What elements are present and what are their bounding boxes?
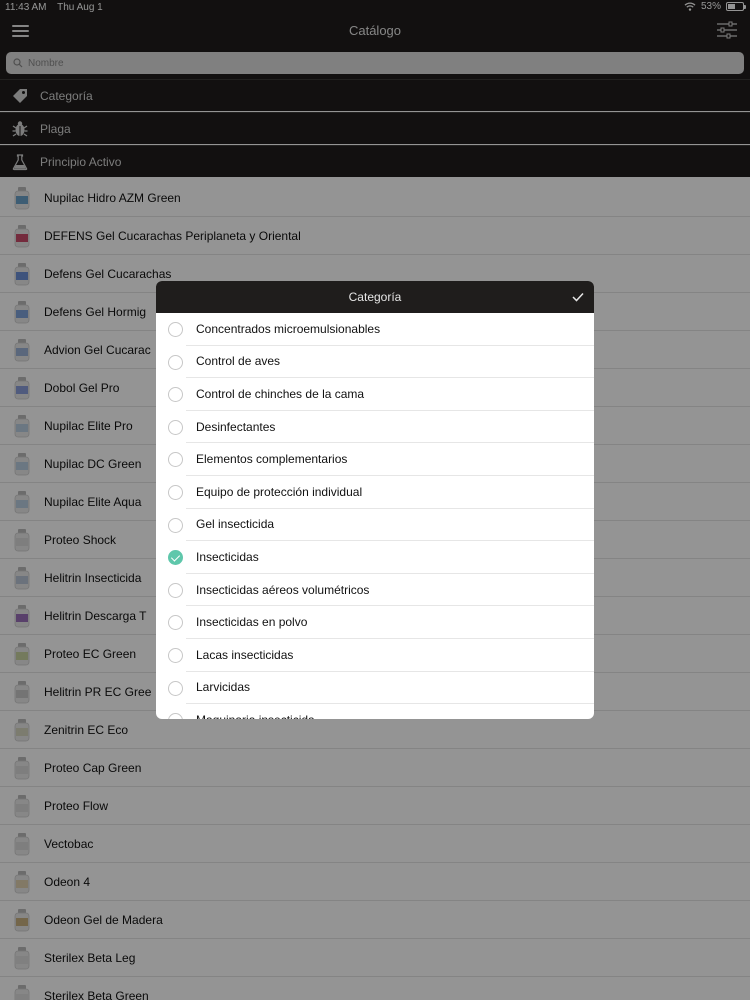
category-option-label: Desinfectantes bbox=[196, 419, 276, 434]
category-option-label: Equipo de protección individual bbox=[196, 484, 363, 499]
radio-unchecked-icon[interactable] bbox=[168, 647, 183, 663]
category-option[interactable]: Elementos complementarios bbox=[168, 443, 594, 476]
modal-header: Categoría bbox=[156, 281, 594, 313]
radio-unchecked-icon[interactable] bbox=[168, 452, 183, 468]
category-option-label: Control de chinches de la cama bbox=[196, 386, 365, 401]
category-option[interactable]: Gel insecticida bbox=[168, 509, 594, 542]
category-option[interactable]: Equipo de protección individual bbox=[168, 476, 594, 509]
category-option-label: Maquinaria insecticida bbox=[196, 713, 315, 719]
radio-checked-icon[interactable] bbox=[168, 550, 183, 566]
checkmark-icon bbox=[572, 292, 584, 302]
category-option-label: Insecticidas bbox=[196, 549, 259, 564]
radio-unchecked-icon[interactable] bbox=[168, 387, 183, 403]
radio-unchecked-icon[interactable] bbox=[168, 354, 183, 370]
category-option-label: Concentrados microemulsionables bbox=[196, 321, 381, 336]
category-option[interactable]: Insecticidas aéreos volumétricos bbox=[168, 574, 594, 607]
category-option-label: Control de aves bbox=[196, 354, 281, 369]
radio-unchecked-icon[interactable] bbox=[168, 615, 183, 631]
radio-unchecked-icon[interactable] bbox=[168, 484, 183, 500]
category-option-label: Lacas insecticidas bbox=[196, 647, 294, 662]
radio-unchecked-icon[interactable] bbox=[168, 517, 183, 533]
category-option-label: Gel insecticida bbox=[196, 517, 275, 532]
radio-unchecked-icon[interactable] bbox=[168, 713, 183, 719]
category-option-label: Insecticidas en polvo bbox=[196, 615, 308, 630]
category-option[interactable]: Control de chinches de la cama bbox=[168, 378, 594, 411]
category-option-label: Insecticidas aéreos volumétricos bbox=[196, 582, 370, 597]
category-option[interactable]: Desinfectantes bbox=[168, 411, 594, 444]
radio-unchecked-icon[interactable] bbox=[168, 322, 183, 337]
category-option[interactable]: Lacas insecticidas bbox=[168, 639, 594, 672]
radio-unchecked-icon[interactable] bbox=[168, 419, 183, 435]
modal-title: Categoría bbox=[348, 290, 402, 304]
radio-unchecked-icon[interactable] bbox=[168, 680, 183, 696]
category-option-label: Larvicidas bbox=[196, 680, 251, 695]
category-option[interactable]: Maquinaria insecticida bbox=[168, 704, 594, 719]
category-picker-modal: Categoría Concentrados microemulsionable… bbox=[156, 281, 594, 719]
category-option[interactable]: Insecticidas en polvo bbox=[168, 606, 594, 639]
category-options: Concentrados microemulsionables Control d… bbox=[156, 313, 594, 719]
radio-unchecked-icon[interactable] bbox=[168, 582, 183, 598]
confirm-button[interactable] bbox=[568, 287, 588, 307]
category-option[interactable]: Insecticidas bbox=[168, 541, 594, 574]
category-option-label: Elementos complementarios bbox=[196, 452, 348, 467]
category-option[interactable]: Control de aves bbox=[168, 346, 594, 379]
category-option[interactable]: Concentrados microemulsionables bbox=[168, 313, 594, 346]
category-option[interactable]: Larvicidas bbox=[168, 672, 594, 705]
